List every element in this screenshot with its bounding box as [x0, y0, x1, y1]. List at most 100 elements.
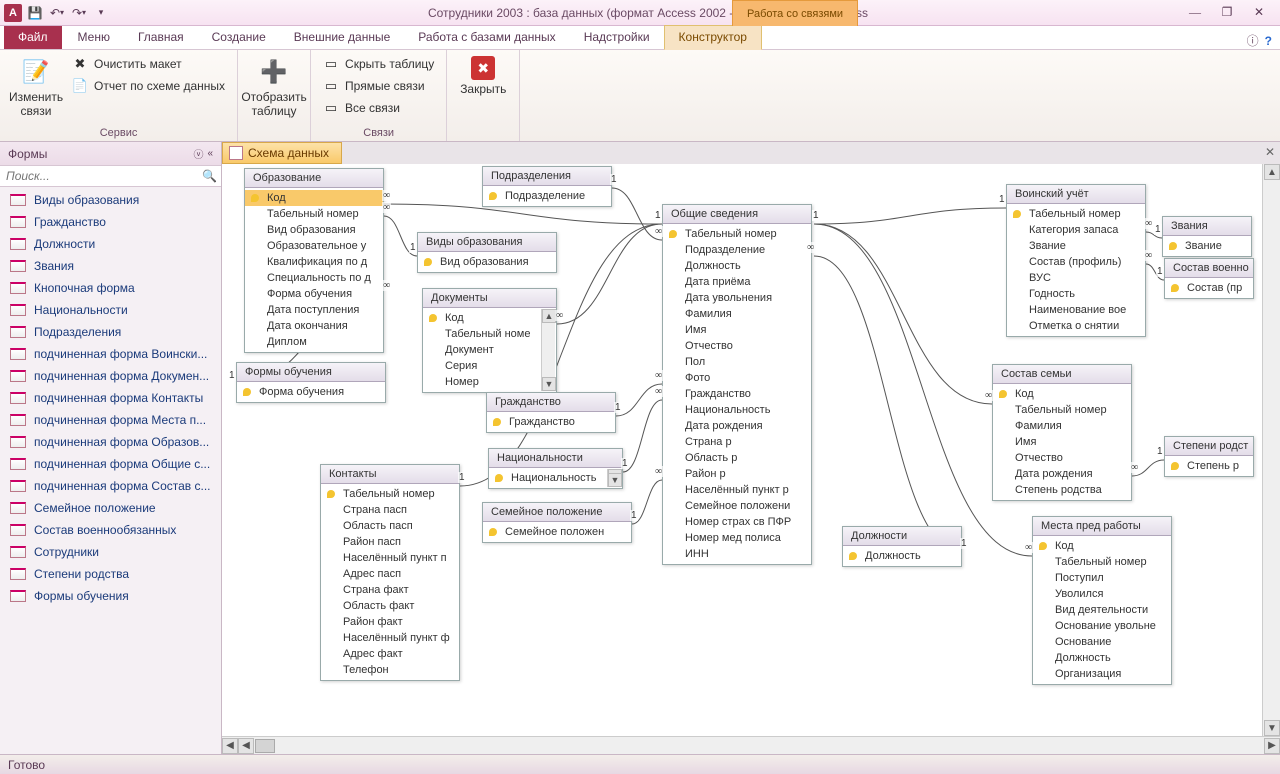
- table-field[interactable]: Страна факт: [321, 582, 459, 598]
- table-field[interactable]: Диплом: [245, 334, 383, 350]
- table-title[interactable]: Общие сведения: [663, 205, 811, 224]
- tab-external-data[interactable]: Внешние данные: [280, 26, 405, 49]
- table-field[interactable]: Основание увольне: [1033, 618, 1171, 634]
- table-field[interactable]: Фото: [663, 370, 811, 386]
- table-field[interactable]: Состав (пр: [1165, 280, 1253, 296]
- nav-item[interactable]: Звания: [0, 255, 221, 277]
- document-tab[interactable]: Схема данных: [222, 142, 342, 164]
- table-semeinoe[interactable]: Семейное положениеСемейное положен: [482, 502, 632, 543]
- table-field[interactable]: Отчество: [993, 450, 1131, 466]
- table-field[interactable]: Район пасп: [321, 534, 459, 550]
- table-field[interactable]: Дата рождения: [993, 466, 1131, 482]
- table-field[interactable]: Номер страх св ПФР: [663, 514, 811, 530]
- table-field[interactable]: Адрес пасп: [321, 566, 459, 582]
- table-voinskiy[interactable]: Воинский учётТабельный номерКатегория за…: [1006, 184, 1146, 337]
- table-zvania[interactable]: Звания Звание: [1162, 216, 1252, 257]
- document-close-icon[interactable]: ✕: [1262, 144, 1278, 160]
- table-title[interactable]: Документы: [423, 289, 556, 308]
- table-stepen[interactable]: Степени родстСтепень р: [1164, 436, 1254, 477]
- minimize-icon[interactable]: —: [1186, 4, 1204, 22]
- table-field[interactable]: Состав (профиль): [1007, 254, 1145, 270]
- table-field[interactable]: Должность: [1033, 650, 1171, 666]
- table-title[interactable]: Контакты: [321, 465, 459, 484]
- table-field[interactable]: Отметка о снятии: [1007, 318, 1145, 334]
- table-field[interactable]: Код: [423, 310, 556, 326]
- tab-home[interactable]: Главная: [124, 26, 198, 49]
- table-field[interactable]: Образовательное у: [245, 238, 383, 254]
- table-nation[interactable]: НациональностиНациональность▲▼: [488, 448, 623, 489]
- nav-list[interactable]: Виды образованияГражданствоДолжностиЗван…: [0, 187, 221, 754]
- table-mesta[interactable]: Места пред работыКодТабельный номерПосту…: [1032, 516, 1172, 685]
- table-field[interactable]: Семейное положени: [663, 498, 811, 514]
- table-field[interactable]: Населённый пункт р: [663, 482, 811, 498]
- table-field[interactable]: Дата рождения: [663, 418, 811, 434]
- tab-file[interactable]: Файл: [4, 26, 62, 49]
- table-field[interactable]: Должность: [843, 548, 961, 564]
- relation-report-button[interactable]: 📄Отчет по схеме данных: [68, 76, 229, 96]
- horizontal-scrollbar[interactable]: ◀ ◀ ▶: [222, 736, 1280, 754]
- table-field[interactable]: Код: [993, 386, 1131, 402]
- search-input[interactable]: [4, 168, 202, 184]
- table-field[interactable]: Подразделение: [483, 188, 611, 204]
- table-field[interactable]: Табельный номер: [1007, 206, 1145, 222]
- save-icon[interactable]: 💾: [26, 4, 44, 22]
- table-field[interactable]: Населённый пункт ф: [321, 630, 459, 646]
- table-field[interactable]: Уволился: [1033, 586, 1171, 602]
- table-field[interactable]: Имя: [663, 322, 811, 338]
- tab-designer[interactable]: Конструктор: [664, 25, 762, 50]
- nav-collapse-icon[interactable]: «: [207, 148, 213, 159]
- table-field[interactable]: Документ: [423, 342, 556, 358]
- app-icon[interactable]: A: [4, 4, 22, 22]
- table-field[interactable]: Организация: [1033, 666, 1171, 682]
- table-field[interactable]: Поступил: [1033, 570, 1171, 586]
- table-field[interactable]: Подразделение: [663, 242, 811, 258]
- table-title[interactable]: Места пред работы: [1033, 517, 1171, 536]
- table-title[interactable]: Звания: [1163, 217, 1251, 236]
- table-field[interactable]: Область пасп: [321, 518, 459, 534]
- table-field[interactable]: Дата окончания: [245, 318, 383, 334]
- table-field[interactable]: Форма обучения: [237, 384, 385, 400]
- table-docs[interactable]: ДокументыКодТабельный номеДокументСерияН…: [422, 288, 557, 393]
- table-field[interactable]: Степень родства: [993, 482, 1131, 498]
- table-field[interactable]: Телефон: [321, 662, 459, 678]
- table-field[interactable]: Основание: [1033, 634, 1171, 650]
- nav-item[interactable]: Состав военнообязанных: [0, 519, 221, 541]
- nav-item[interactable]: подчиненная форма Места п...: [0, 409, 221, 431]
- table-kontakty[interactable]: КонтактыТабельный номерСтрана паспОбласт…: [320, 464, 460, 681]
- table-field[interactable]: Вид образования: [418, 254, 556, 270]
- scroll-right-icon[interactable]: ▶: [1264, 738, 1280, 754]
- table-field[interactable]: Адрес факт: [321, 646, 459, 662]
- nav-item[interactable]: подчиненная форма Воински...: [0, 343, 221, 365]
- nav-item[interactable]: подчиненная форма Образов...: [0, 431, 221, 453]
- table-title[interactable]: Подразделения: [483, 167, 611, 186]
- nav-item[interactable]: Степени родства: [0, 563, 221, 585]
- nav-item[interactable]: подчиненная форма Контакты: [0, 387, 221, 409]
- tab-menu[interactable]: Меню: [64, 26, 124, 49]
- table-field[interactable]: Специальность по д: [245, 270, 383, 286]
- table-field[interactable]: Имя: [993, 434, 1131, 450]
- table-field[interactable]: Табельный номе: [423, 326, 556, 342]
- table-field[interactable]: Фамилия: [663, 306, 811, 322]
- vertical-scrollbar[interactable]: ▲ ▼: [1262, 164, 1280, 736]
- table-field[interactable]: Табельный номер: [1033, 554, 1171, 570]
- table-field[interactable]: Звание: [1007, 238, 1145, 254]
- all-relations-button[interactable]: ▭Все связи: [319, 98, 438, 118]
- table-field[interactable]: Область факт: [321, 598, 459, 614]
- table-vidy_obr[interactable]: Виды образованияВид образования: [417, 232, 557, 273]
- table-field[interactable]: Национальность: [489, 470, 622, 486]
- table-field[interactable]: Звание: [1163, 238, 1251, 254]
- table-field[interactable]: Дата поступления: [245, 302, 383, 318]
- table-field[interactable]: Национальность: [663, 402, 811, 418]
- table-obrazovanie[interactable]: ОбразованиеКодТабельный номерВид образов…: [244, 168, 384, 353]
- table-title[interactable]: Национальности: [489, 449, 622, 468]
- clear-layout-button[interactable]: ✖Очистить макет: [68, 54, 229, 74]
- scroll-left-icon[interactable]: ◀: [222, 738, 238, 754]
- table-dolzhn[interactable]: ДолжностиДолжность: [842, 526, 962, 567]
- table-field[interactable]: Вид деятельности: [1033, 602, 1171, 618]
- table-grazhd[interactable]: ГражданствоГражданство: [486, 392, 616, 433]
- nav-filter-icon[interactable]: ⓥ: [193, 146, 203, 161]
- table-field[interactable]: Страна пасп: [321, 502, 459, 518]
- table-sostav_semi[interactable]: Состав семьиКодТабельный номерФамилияИмя…: [992, 364, 1132, 501]
- restore-icon[interactable]: ❐: [1218, 4, 1236, 22]
- undo-icon[interactable]: ↶▾: [48, 4, 66, 22]
